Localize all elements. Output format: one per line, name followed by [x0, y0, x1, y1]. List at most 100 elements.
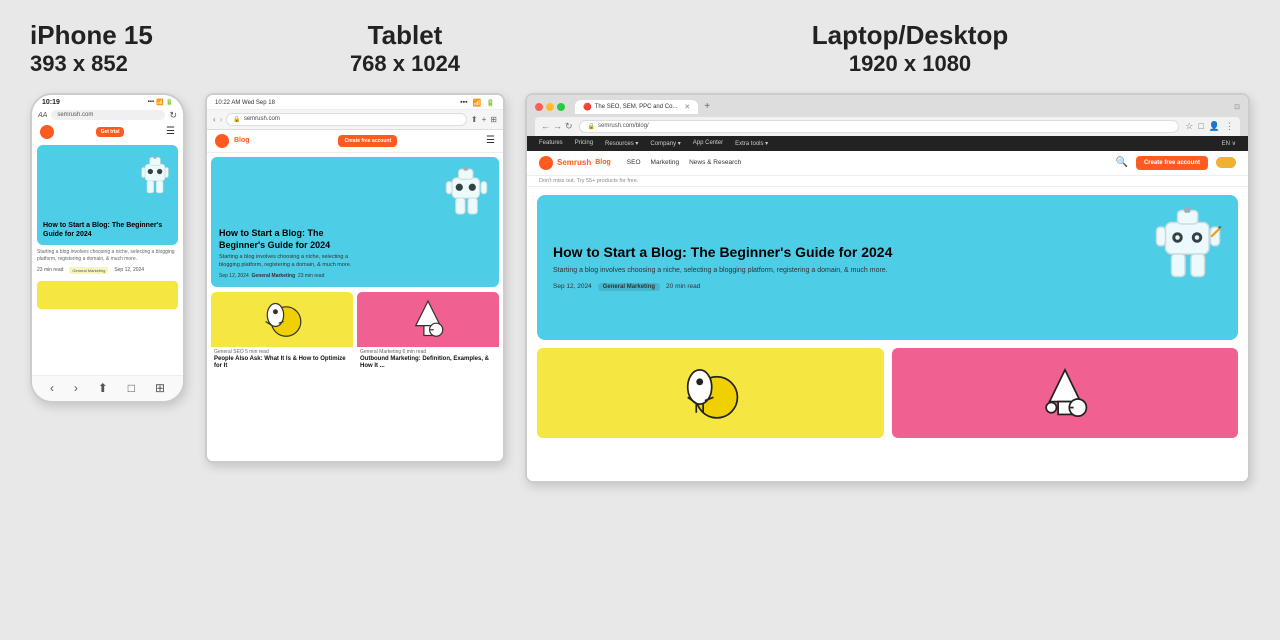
new-tab-button[interactable]: + — [700, 101, 714, 112]
tablet-device: 10:22 AM Wed Sep 18 ▪▪▪ 📶 🔋 ‹ › 🔒 semrus… — [205, 93, 505, 463]
tablet-tabs-icon[interactable]: ⊞ — [490, 115, 497, 124]
desktop-card-1 — [537, 348, 884, 438]
back-icon[interactable]: ‹ — [50, 381, 54, 395]
tab-title: The SEO, SEM, PPC and Co... — [595, 104, 678, 110]
active-browser-tab[interactable]: 🔴 The SEO, SEM, PPC and Co... ✕ — [575, 100, 698, 114]
desktop-brand-actions: 🔍 Create free account — [1116, 156, 1236, 170]
bookmark-icon[interactable]: ☆ — [1185, 121, 1193, 132]
desktop-promo-text: Don't miss out. Try 55+ products for fre… — [539, 178, 638, 184]
semrush-wordmark: Semrush — [557, 158, 591, 167]
iphone-content: How to Start a Blog: The Beginner's Guid… — [32, 142, 183, 375]
tabs-icon[interactable]: ⊞ — [155, 381, 165, 395]
tablet-logo: Blog — [215, 134, 250, 148]
tablet-card-2-image — [357, 292, 499, 347]
iphone-hero-card: How to Start a Blog: The Beginner's Guid… — [37, 145, 178, 245]
tablet-hamburger-icon[interactable]: ☰ — [486, 135, 495, 146]
language-selector[interactable]: EN ∨ — [1222, 140, 1236, 147]
robot-illustration — [135, 150, 175, 205]
desktop-device: 🔴 The SEO, SEM, PPC and Co... ✕ + ⊡ ← → … — [525, 93, 1250, 483]
tablet-time: 10:22 AM Wed Sep 18 — [215, 100, 275, 106]
tab-favicon: 🔴 — [583, 103, 592, 111]
tablet-cta-button[interactable]: Create free account — [338, 135, 397, 147]
tablet-address-bar[interactable]: ‹ › 🔒 semrush.com ⬆ + ⊞ — [207, 110, 503, 130]
tablet-forward-icon[interactable]: › — [220, 115, 223, 124]
tablet-card-2-title: Outbound Marketing: Definition, Examples… — [357, 355, 499, 373]
nav-app-center[interactable]: App Center — [693, 140, 723, 146]
nav-company[interactable]: Company — [650, 140, 680, 147]
desktop-brand-nav: SEO Marketing News & Research — [627, 159, 741, 166]
desktop-dims: 1920 x 1080 — [570, 51, 1250, 77]
window-resize-icon[interactable]: ⊡ — [1234, 103, 1240, 111]
desktop-card-1-figure — [537, 348, 884, 438]
iphone-url-field[interactable]: semrush.com — [51, 110, 165, 120]
forward-icon[interactable]: › — [74, 381, 78, 395]
iphone-hero-desc: Starting a blog involves choosing a nich… — [32, 248, 183, 264]
tablet-add-tab-icon[interactable]: + — [482, 115, 487, 124]
iphone-date: Sep 12, 2024 — [114, 267, 144, 274]
iphone-nav-bar: Get trial ☰ — [32, 123, 183, 142]
blog-label: Blog — [595, 159, 611, 166]
iphone-aa-button[interactable]: AA — [38, 112, 47, 119]
desktop-url-field[interactable]: 🔒 semrush.com/blog/ — [579, 120, 1180, 133]
battery-icon: 🔋 — [166, 99, 173, 106]
iphone-address-bar[interactable]: AA semrush.com ↻ — [32, 108, 183, 123]
browser-refresh-icon[interactable]: ↻ — [565, 121, 573, 132]
desktop-address-row[interactable]: ← → ↻ 🔒 semrush.com/blog/ ☆ □ 👤 ⋮ — [535, 117, 1240, 136]
iphone-card-footer: 23 min read General Marketing Sep 12, 20… — [32, 264, 183, 277]
tab-close-icon[interactable]: ✕ — [684, 103, 690, 111]
iphone-get-trial-button[interactable]: Get trial — [96, 127, 125, 137]
tablet-nav: Blog Create free account ☰ — [207, 130, 503, 153]
iphone-reload-icon[interactable]: ↻ — [169, 110, 177, 121]
browser-back-icon[interactable]: ← — [541, 121, 550, 132]
window-controls — [535, 103, 565, 111]
brand-nav-news[interactable]: News & Research — [689, 159, 741, 166]
tablet-wifi-icon: 📶 — [473, 99, 482, 107]
nav-resources[interactable]: Resources — [605, 140, 638, 147]
tablet-card-1-cat: General SEO 5 min read — [211, 347, 353, 355]
desktop-brand-bar: Semrush Blog SEO Marketing News & Resear… — [527, 151, 1248, 176]
desktop-cta-button[interactable]: Create free account — [1136, 156, 1208, 170]
desktop-card-2-figure — [892, 348, 1239, 438]
browser-menu-icon[interactable]: ⋮ — [1225, 121, 1234, 132]
wifi-icon: 📶 — [156, 99, 163, 106]
desktop-hero-content: How to Start a Blog: The Beginner's Guid… — [553, 243, 1222, 291]
tablet-label: Tablet 768 x 1024 — [240, 20, 570, 78]
desktop-search-icon[interactable]: 🔍 — [1116, 157, 1128, 168]
browser-forward-icon[interactable]: → — [553, 121, 562, 132]
brand-nav-seo[interactable]: SEO — [627, 159, 641, 166]
extension-icon[interactable]: □ — [1198, 121, 1203, 132]
nav-pricing[interactable]: Pricing — [575, 140, 593, 146]
tablet-hero-cat: General Marketing — [252, 273, 296, 279]
tablet-hero-text-block: How to Start a Blog: The Beginner's Guid… — [219, 228, 482, 279]
close-win-button[interactable] — [535, 103, 543, 111]
lock-icon: 🔒 — [588, 123, 595, 130]
brand-nav-marketing[interactable]: Marketing — [651, 159, 680, 166]
tablet-back-icon[interactable]: ‹ — [213, 115, 216, 124]
desktop-top-nav: Features Pricing Resources Company App C… — [527, 136, 1248, 151]
tablet-share-icon[interactable]: ⬆ — [471, 115, 478, 124]
desktop-chrome-bar: 🔴 The SEO, SEM, PPC and Co... ✕ + ⊡ ← → … — [527, 95, 1248, 136]
profile-icon[interactable]: 👤 — [1209, 121, 1220, 132]
tablet-hero-time: 23 min read — [298, 273, 324, 279]
bookmarks-icon[interactable]: □ — [128, 381, 135, 395]
iphone-read-time: 23 min read — [37, 267, 63, 274]
tablet-hero-title: How to Start a Blog: The Beginner's Guid… — [219, 228, 364, 251]
nav-extra-tools[interactable]: Extra tools — [735, 140, 768, 147]
iphone-dims: 393 x 852 — [30, 51, 230, 77]
tablet-card-2-cat: General Marketing 6 min read — [357, 347, 499, 355]
iphone-name: iPhone 15 — [30, 20, 230, 51]
iphone-bottom-bar[interactable]: ‹ › ⬆ □ ⊞ — [32, 375, 183, 401]
tablet-url-field[interactable]: 🔒 semrush.com — [226, 113, 467, 126]
tablet-lock-icon: 🔒 — [233, 116, 240, 123]
share-icon[interactable]: ⬆ — [98, 381, 108, 395]
nav-features[interactable]: Features — [539, 140, 563, 146]
minimize-win-button[interactable] — [546, 103, 554, 111]
desktop-toggle-switch[interactable] — [1216, 157, 1236, 168]
tablet-card-1: General SEO 5 min read People Also Ask: … — [211, 292, 353, 373]
iphone-hamburger-icon[interactable]: ☰ — [166, 126, 175, 137]
iphone-label: iPhone 15 393 x 852 — [30, 20, 230, 78]
iphone-category-tag: General Marketing — [69, 267, 108, 274]
tablet-status-icons: ▪▪▪ 📶 🔋 — [460, 99, 495, 107]
tablet-hero-date: Sep 12, 2024 — [219, 273, 249, 279]
maximize-win-button[interactable] — [557, 103, 565, 111]
